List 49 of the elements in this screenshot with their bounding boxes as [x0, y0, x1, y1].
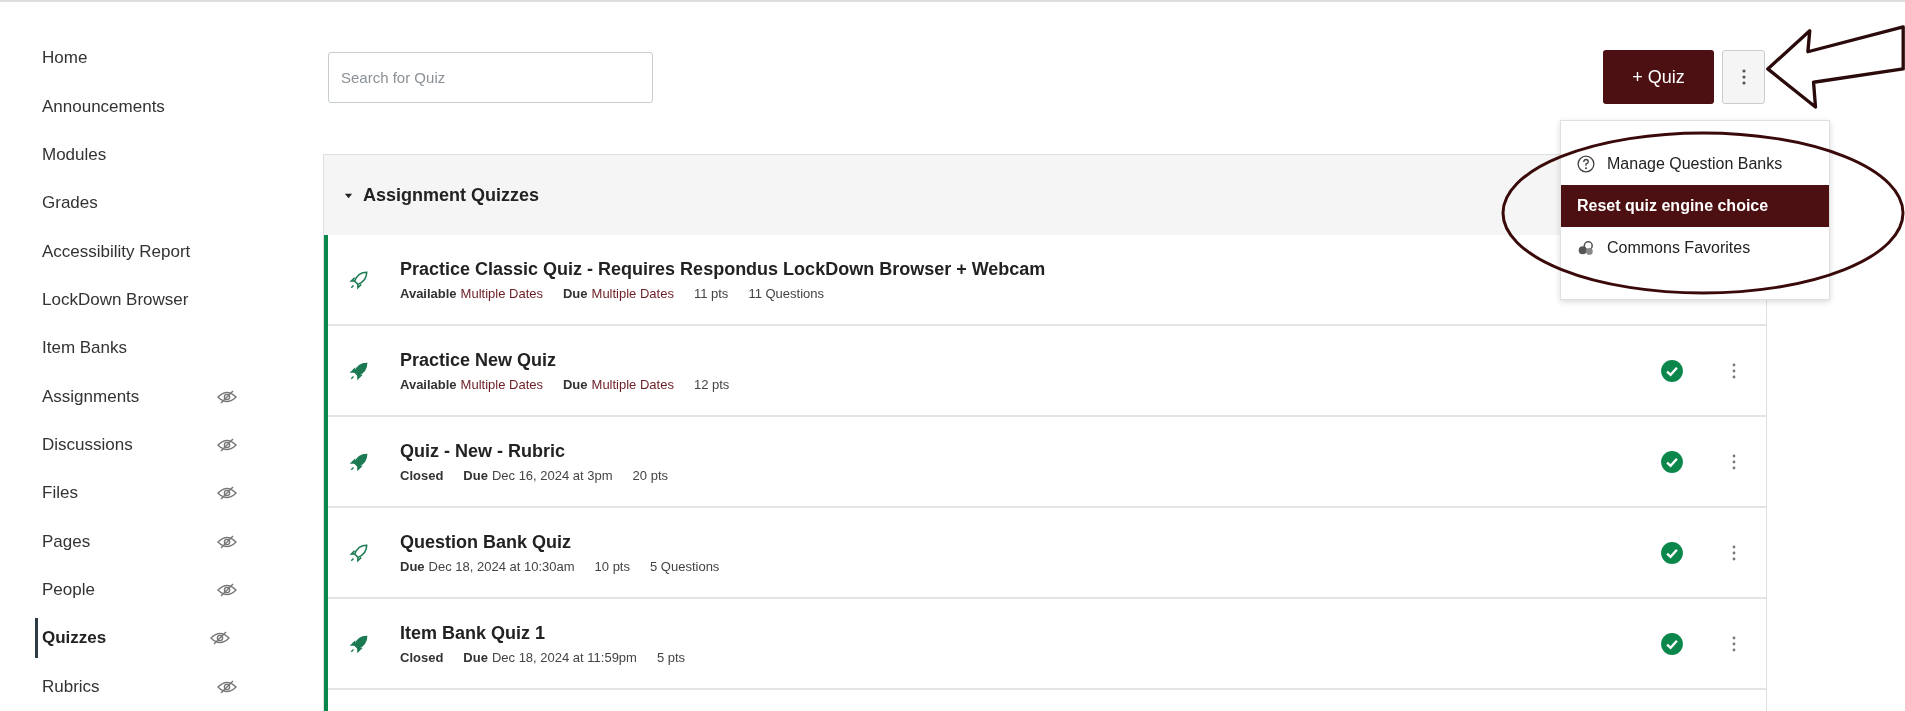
sidebar-item[interactable]: Quizzes: [35, 618, 230, 658]
sidebar-item[interactable]: Modules: [42, 130, 237, 180]
row-options-icon[interactable]: [1732, 635, 1736, 652]
commons-icon: [1577, 239, 1595, 257]
add-quiz-button[interactable]: + Quiz: [1603, 50, 1714, 104]
quiz-detail: Due Dec 16, 2024 at 3pm: [463, 467, 613, 483]
quiz-detail: Due Dec 18, 2024 at 10:30am: [400, 558, 575, 574]
sidebar-item[interactable]: People: [42, 565, 237, 615]
row-options-icon[interactable]: [1732, 544, 1736, 561]
sidebar-item[interactable]: Announcements: [42, 82, 237, 131]
published-check-icon[interactable]: [1660, 631, 1684, 656]
sidebar-item[interactable]: Discussions: [42, 420, 237, 470]
sidebar-item[interactable]: Rubrics: [42, 662, 237, 711]
sidebar-item[interactable]: Pages: [42, 517, 237, 566]
quiz-detail: Closed: [400, 649, 444, 665]
menu-item[interactable]: Reset quiz engine choice: [1561, 185, 1829, 227]
kebab-icon: [1741, 69, 1746, 85]
sidebar-item[interactable]: Files: [42, 469, 237, 518]
question-icon: [1577, 155, 1595, 173]
quiz-detail: Available Multiple Dates: [400, 376, 543, 392]
quiz-detail: Due Multiple Dates: [563, 376, 674, 392]
group-title: Assignment Quizzes: [363, 184, 540, 206]
sidebar-item[interactable]: Assignments: [42, 372, 237, 421]
quiz-detail: Available Multiple Dates: [400, 285, 543, 301]
quiz-title-link[interactable]: Question Bank Quiz: [400, 531, 1660, 553]
quiz-detail: 11 Questions: [748, 285, 824, 301]
search-field[interactable]: Search for Quiz: [328, 51, 653, 103]
quiz-detail: 12 pts: [693, 376, 730, 392]
quiz-title-link[interactable]: Quiz - New - Rubric: [400, 440, 1660, 462]
sidebar-item[interactable]: Accessibility Report: [42, 227, 237, 276]
quiz-title-link[interactable]: Item Bank Quiz 1: [400, 622, 1660, 644]
quiz-detail: 20 pts: [632, 467, 669, 483]
published-check-icon[interactable]: [1660, 449, 1684, 474]
published-check-icon[interactable]: [1660, 358, 1684, 383]
quiz-detail: 5 pts: [656, 649, 686, 665]
sidebar-item[interactable]: LockDown Browser: [42, 275, 237, 325]
quiz-detail: Due Dec 18, 2024 at 11:59pm: [463, 649, 637, 665]
quiz-detail: Due Multiple Dates: [563, 285, 674, 301]
row-options-icon[interactable]: [1732, 362, 1736, 379]
quiz-detail: 10 pts: [594, 558, 630, 574]
quiz-detail: Closed: [400, 467, 444, 483]
row-options-icon[interactable]: [1732, 453, 1736, 470]
sidebar-item[interactable]: Home: [42, 34, 237, 83]
sidebar-item[interactable]: Item Banks: [42, 324, 237, 373]
quiz-detail: 11 pts: [693, 285, 729, 301]
quiz-title-link[interactable]: Practice New Quiz: [400, 349, 1660, 371]
sidebar-item[interactable]: Grades: [42, 179, 237, 228]
published-check-icon[interactable]: [1660, 540, 1684, 565]
quiz-detail: 5 Questions: [650, 558, 720, 574]
